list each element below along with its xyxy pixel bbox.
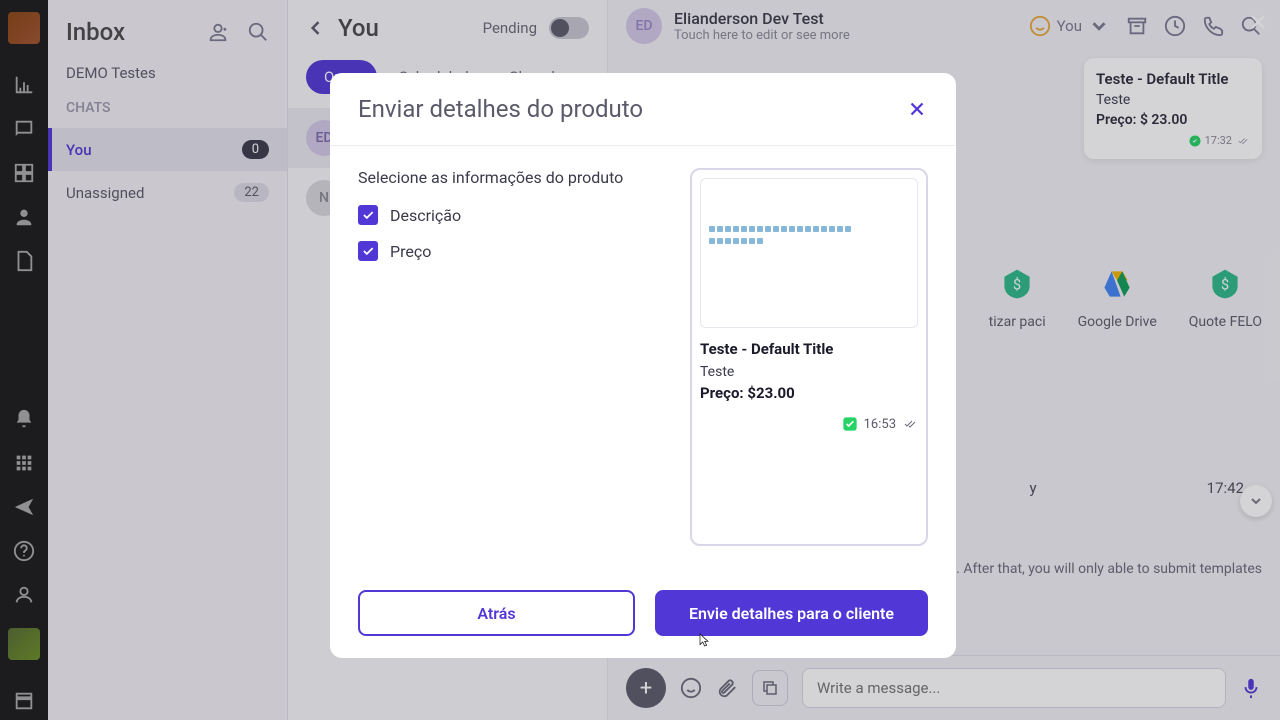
preview-timestamp: 16:53 <box>700 416 918 432</box>
preview-price: Preço: $23.00 <box>700 384 918 402</box>
modal-footer: Atrás Envie detalhes para o cliente <box>330 568 956 658</box>
product-details-modal: Enviar detalhes do produto Selecione as … <box>330 73 956 658</box>
check-label: Preço <box>390 242 431 261</box>
preview-desc: Teste <box>700 364 918 380</box>
modal-header: Enviar detalhes do produto <box>330 73 956 146</box>
send-details-button[interactable]: Envie detalhes para o cliente <box>655 590 928 636</box>
check-descricao[interactable]: Descrição <box>358 205 666 225</box>
modal-title: Enviar detalhes do produto <box>358 95 643 123</box>
back-button[interactable]: Atrás <box>358 590 635 636</box>
preview-image <box>700 178 918 328</box>
close-icon[interactable] <box>906 98 928 120</box>
checkbox-icon <box>358 241 378 261</box>
product-preview-card: Teste - Default Title Teste Preço: $23.0… <box>690 168 928 546</box>
checkbox-icon <box>358 205 378 225</box>
preview-title: Teste - Default Title <box>700 340 918 358</box>
check-label: Descrição <box>390 206 461 225</box>
modal-body: Selecione as informações do produto Desc… <box>330 146 956 568</box>
modal-subtitle: Selecione as informações do produto <box>358 168 666 187</box>
check-preco[interactable]: Preço <box>358 241 666 261</box>
